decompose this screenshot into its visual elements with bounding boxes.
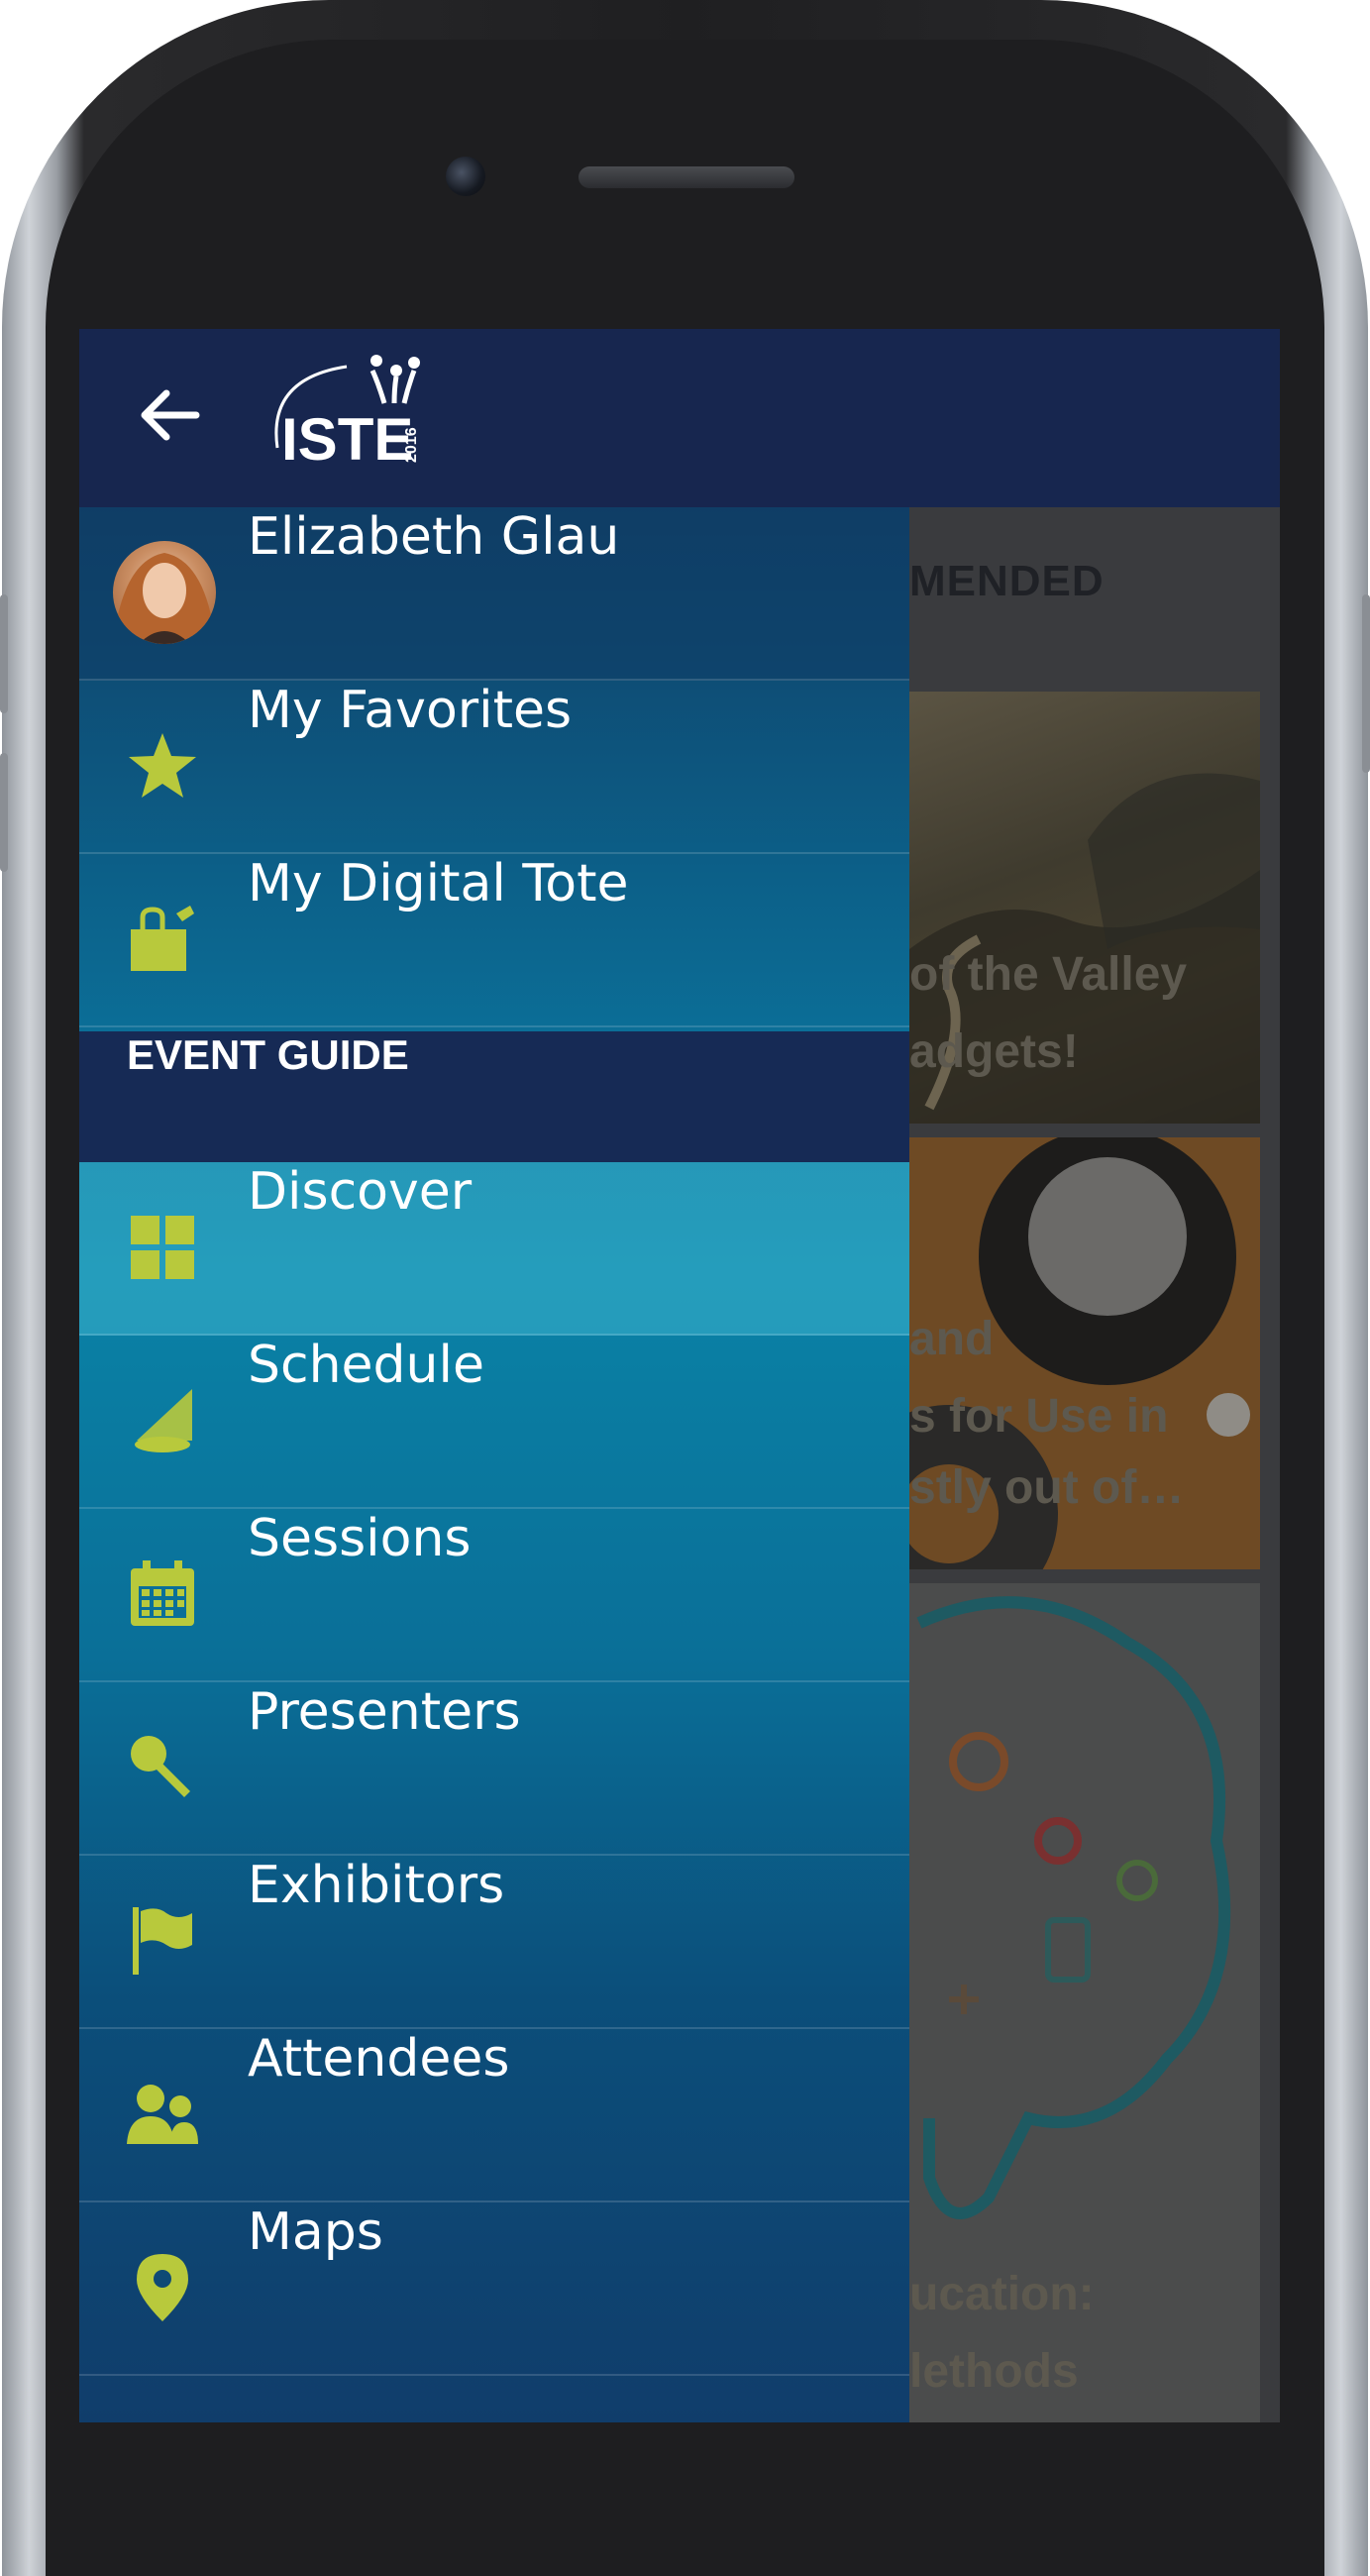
schedule-icon xyxy=(135,1389,192,1452)
front-camera xyxy=(446,157,485,196)
menu-item-label: Sessions xyxy=(248,1509,472,1568)
menu-item-label: Exhibitors xyxy=(248,1856,505,1915)
profile-name: Elizabeth Glau xyxy=(248,507,620,567)
grid-icon xyxy=(131,1216,194,1279)
menu-item-my-favorites[interactable]: My Favorites xyxy=(79,681,909,854)
tote-bag-icon xyxy=(131,906,194,971)
recommended-content: MENDED of the Valley adgets! and s for U… xyxy=(909,507,1280,2422)
menu-item-label: My Favorites xyxy=(248,681,573,740)
menu-item-attendees[interactable]: Attendees xyxy=(79,2029,909,2202)
menu-item-sessions[interactable]: Sessions xyxy=(79,1509,909,1682)
card-title-line: and xyxy=(909,1313,995,1365)
menu-item-maps[interactable]: Maps xyxy=(79,2202,909,2376)
content-card[interactable]: and s for Use in stly out of… xyxy=(909,1137,1260,1569)
volume-up-button xyxy=(0,594,8,713)
iste-logo: ISTE 2016 xyxy=(274,355,420,473)
menu-item-label: Schedule xyxy=(248,1336,484,1395)
profile-item[interactable]: Elizabeth Glau xyxy=(79,507,909,681)
app-top-bar: ISTE 2016 xyxy=(79,329,1280,507)
menu-item-label: Attendees xyxy=(248,2029,510,2089)
map-pin-icon xyxy=(137,2254,188,2321)
content-card[interactable]: ucation: lethods xyxy=(909,1583,1260,2422)
card-title-line: lethods xyxy=(909,2345,1079,2398)
card-title-line: of the Valley xyxy=(909,948,1188,1001)
phone-frame: MENDED of the Valley adgets! and s for U… xyxy=(0,0,1370,2576)
earpiece-speaker xyxy=(579,166,794,188)
menu-item-presenters[interactable]: Presenters xyxy=(79,1682,909,1856)
menu-item-my-digital-tote[interactable]: My Digital Tote xyxy=(79,854,909,1027)
menu-item-label: Discover xyxy=(248,1162,473,1222)
menu-item-next[interactable] xyxy=(79,2376,909,2422)
card-title-line: adgets! xyxy=(909,1025,1079,1078)
menu-item-exhibitors[interactable]: Exhibitors xyxy=(79,1856,909,2029)
menu-item-label: Maps xyxy=(248,2202,383,2262)
recommended-label: MENDED xyxy=(909,557,1105,605)
section-title: EVENT GUIDE xyxy=(127,1031,409,1078)
menu-item-label: My Digital Tote xyxy=(248,854,629,913)
menu-item-schedule[interactable]: Schedule xyxy=(79,1336,909,1509)
volume-down-button xyxy=(0,753,8,872)
star-icon xyxy=(129,733,196,798)
avatar xyxy=(113,541,216,644)
flag-icon xyxy=(133,1907,192,1975)
section-header-event-guide: EVENT GUIDE xyxy=(79,1031,909,1162)
microphone-icon xyxy=(131,1736,190,1797)
menu-item-label: Presenters xyxy=(248,1682,521,1742)
calendar-icon xyxy=(131,1560,194,1626)
card-title-line: stly out of… xyxy=(909,1461,1185,1514)
navigation-drawer: Elizabeth Glau My Favorites My Digital T… xyxy=(79,507,909,2422)
app-screen: MENDED of the Valley adgets! and s for U… xyxy=(79,329,1280,2422)
card-title-line: ucation: xyxy=(909,2268,1095,2320)
card-title-line: s for Use in xyxy=(909,1390,1169,1443)
people-icon xyxy=(127,2085,198,2144)
power-button xyxy=(1362,594,1370,773)
back-arrow-icon[interactable] xyxy=(135,380,204,450)
logo-text: ISTE xyxy=(281,406,413,473)
menu-item-discover[interactable]: Discover xyxy=(79,1162,909,1336)
logo-year: 2016 xyxy=(403,427,420,463)
content-card[interactable]: of the Valley adgets! xyxy=(909,692,1260,1124)
